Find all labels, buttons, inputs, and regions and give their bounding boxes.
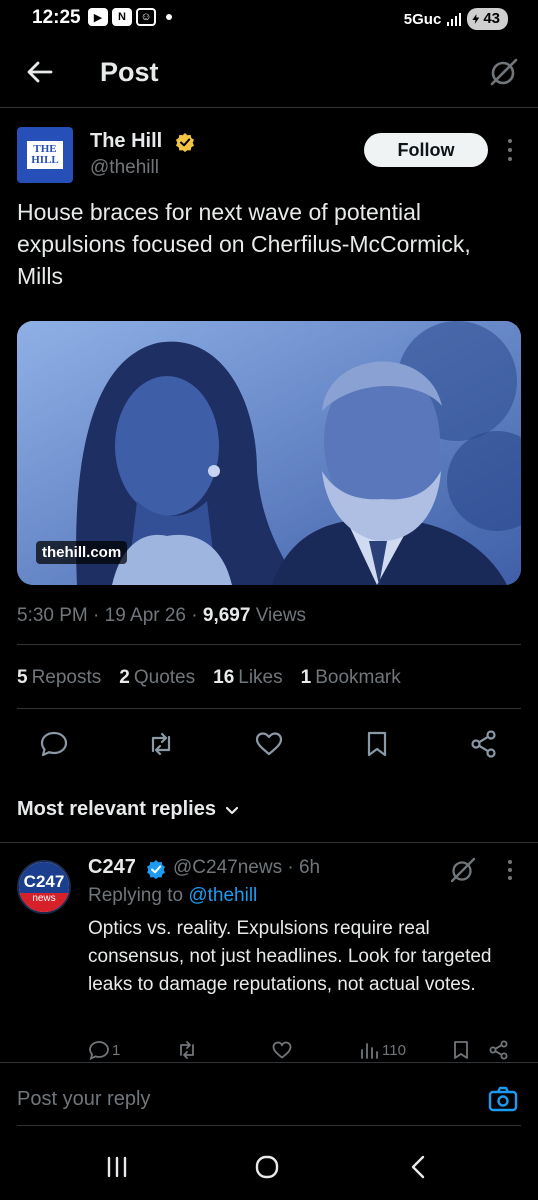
tweet-meta: 5:30 PM · 19 Apr 26 · 9,697 Views [17,605,307,626]
signal-icon [447,12,462,26]
reply-repost-button[interactable] [176,1038,198,1062]
back-nav-icon[interactable] [404,1154,434,1180]
reply-avatar-bottom: news [19,893,69,912]
status-time: 12:25 [32,7,81,28]
reply-views-count: 110 [382,1041,406,1059]
system-nav-bar [0,1128,538,1200]
bookmarks-stat[interactable]: 1 Bookmark [301,667,401,689]
reposts-stat[interactable]: 5 Reposts [17,667,101,689]
reply-share-button[interactable] [488,1038,510,1062]
avatar-text-2: HILL [31,154,59,166]
more-options-icon[interactable] [503,139,517,161]
page-title: Post [100,57,159,87]
divider [0,842,538,843]
likes-stat[interactable]: 16 Likes [213,667,283,689]
engagement-stats: 5 Reposts 2 Quotes 16 Likes 1 Bookmark [17,667,401,689]
repost-icon [180,1041,194,1059]
grok-icon[interactable] [488,56,520,88]
replying-prefix: Replying to [88,885,184,906]
repost-icon[interactable] [146,729,176,759]
arrow-left-icon[interactable] [24,56,56,88]
tweet-actions [0,729,538,759]
network-label: 5Guc [403,10,442,28]
media-domain-label: thehill.com [36,541,128,564]
status-bar: 12:25 ▶ N ☺ 5Guc 43 [0,0,538,38]
more-notifications-icon [166,14,172,20]
home-icon[interactable] [252,1154,282,1180]
author-handle[interactable]: @thehill [90,157,159,179]
reply-reply-button[interactable]: 1 [88,1038,120,1062]
news-icon: N [112,8,132,26]
replying-to-handle-link[interactable]: @thehill [188,885,257,906]
divider [17,644,521,645]
views-icon [361,1043,378,1059]
verified-badge-icon [147,860,165,879]
verified-badge-icon [176,133,194,152]
avatar-logo: THE HILL [27,141,63,169]
author-name[interactable]: The Hill [90,130,162,153]
grok-icon[interactable] [449,856,477,884]
like-icon[interactable] [254,729,284,759]
tweet-date: 19 Apr 26 [104,605,186,626]
reply-like-button[interactable] [271,1038,293,1062]
reply-icon[interactable] [39,729,69,759]
quotes-stat[interactable]: 2 Quotes [119,667,195,689]
author-avatar[interactable]: THE HILL [17,127,73,183]
divider [17,708,521,709]
recent-apps-icon[interactable] [102,1154,132,1180]
chevron-down-icon [225,806,239,814]
reply-handle-time[interactable]: @C247news · 6h [173,857,320,879]
share-icon[interactable] [469,729,499,759]
bookmark-icon[interactable] [362,729,392,759]
status-right: 5Guc 43 [404,8,508,30]
views-label: Views [255,605,307,626]
top-bar: Post [0,40,538,108]
reply-input[interactable]: Post your reply [17,1088,150,1111]
battery-icon: 43 [467,8,508,30]
reply-avatar-top: C247 [19,862,69,893]
camera-icon[interactable] [488,1085,518,1113]
reply-reply-count: 1 [112,1041,121,1059]
reply-views-button[interactable]: 110 [358,1038,406,1062]
reply-more-options-icon[interactable] [504,860,516,880]
app-icon: ☺ [136,8,156,26]
reply-icon [89,1041,109,1061]
reply-author-name[interactable]: C247 [88,856,136,879]
tweet-media-image[interactable]: thehill.com [17,321,521,585]
reply-avatar[interactable]: C247 news [17,860,71,914]
reply-actions: 1 110 [0,1038,538,1062]
notification-icons: ▶ N ☺ [88,8,172,26]
like-icon [272,1041,292,1059]
tweet-text: House braces for next wave of potential … [17,199,471,289]
reply-text: Optics vs. reality. Expulsions require r… [88,918,492,995]
replies-sort-dropdown[interactable]: Most relevant replies [17,798,240,821]
replies-sort-label: Most relevant replies [17,798,216,820]
replying-to: Replying to @thehill [88,885,257,907]
views-count: 9,697 [202,605,251,626]
tweet-time: 5:30 PM [17,605,88,626]
reply-composer: Post your reply [0,1062,538,1128]
reply-bookmark-button[interactable] [450,1038,472,1062]
composer-underline [17,1125,521,1126]
bookmark-icon [454,1041,468,1059]
follow-button[interactable]: Follow [364,133,488,167]
youtube-icon: ▶ [88,8,108,26]
share-icon [489,1040,508,1060]
